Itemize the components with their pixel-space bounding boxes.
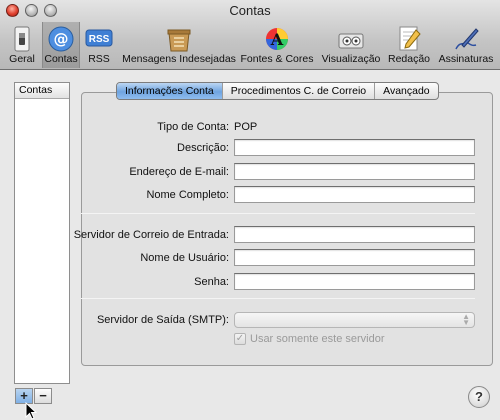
svg-text:RSS: RSS	[89, 34, 110, 45]
toolbar-item-accounts[interactable]: @ Contas	[42, 22, 80, 68]
light-switch-icon	[14, 26, 30, 52]
description-label: Descrição:	[177, 142, 229, 154]
fonts-colors-icon: A	[266, 28, 288, 50]
description-field[interactable]	[234, 139, 475, 156]
incoming-server-label: Servidor de Correio de Entrada:	[73, 229, 229, 241]
separator	[81, 213, 475, 214]
full-name-field[interactable]	[234, 186, 475, 203]
rss-icon: RSS	[85, 29, 113, 47]
toolbar-item-fonts-colors[interactable]: A Fontes & Cores	[241, 22, 313, 68]
only-this-server-label: Usar somente este servidor	[250, 333, 385, 345]
incoming-server-field[interactable]	[234, 226, 475, 243]
email-label: Endereço de E-mail:	[129, 166, 229, 178]
toolbar-label-signatures: Assinaturas	[438, 53, 494, 65]
viewing-icon	[338, 33, 364, 49]
toolbar-item-general[interactable]: Geral	[2, 22, 42, 68]
toolbar: Geral @ Contas RSS RSS Mensagens Indesej…	[0, 22, 500, 68]
chevron-up-down-icon: ▲ ▼	[462, 312, 470, 327]
full-name-label: Nome Completo:	[146, 189, 229, 201]
toolbar-item-rss[interactable]: RSS RSS	[82, 22, 116, 68]
password-field[interactable]	[234, 273, 475, 290]
tab-advanced[interactable]: Avançado	[375, 83, 438, 99]
preferences-window: Contas Geral @ Contas RSS RSS Mensagens …	[0, 0, 500, 420]
signatures-icon	[455, 28, 479, 50]
at-sign-icon: @	[48, 26, 74, 52]
toolbar-label-junk-mail: Mensagens Indesejadas	[122, 53, 236, 65]
toolbar-item-composing[interactable]: Redação	[386, 22, 432, 68]
toolbar-label-fonts-colors: Fontes & Cores	[240, 53, 314, 65]
composing-icon	[399, 26, 421, 51]
svg-text:A: A	[270, 30, 284, 49]
tab-account-info[interactable]: Informações Conta	[117, 83, 223, 99]
smtp-server-select[interactable]: ▲ ▼	[234, 312, 475, 328]
junk-mail-icon	[167, 29, 191, 52]
help-button[interactable]: ?	[468, 386, 490, 408]
only-this-server-checkbox[interactable]: ✓	[234, 333, 246, 345]
username-label: Nome de Usuário:	[140, 252, 229, 264]
title-bar: Contas Geral @ Contas RSS RSS Mensagens …	[0, 0, 500, 70]
toolbar-label-viewing: Visualização	[321, 53, 381, 65]
checkmark-icon: ✓	[235, 333, 245, 344]
username-field[interactable]	[234, 249, 475, 266]
password-label: Senha:	[194, 276, 229, 288]
toolbar-item-signatures[interactable]: Assinaturas	[436, 22, 496, 68]
mouse-pointer-icon	[25, 402, 38, 420]
separator	[81, 298, 475, 299]
toolbar-item-junk-mail[interactable]: Mensagens Indesejadas	[122, 22, 236, 68]
tab-mailbox-behaviors[interactable]: Procedimentos C. de Correio	[223, 83, 376, 99]
tab-bar: Informações Conta Procedimentos C. de Co…	[116, 82, 439, 100]
accounts-list-header: Contas	[15, 83, 69, 99]
toolbar-item-viewing[interactable]: Visualização	[322, 22, 380, 68]
accounts-list[interactable]: Contas	[14, 82, 70, 384]
email-field[interactable]	[234, 163, 475, 180]
smtp-label: Servidor de Saída (SMTP):	[96, 314, 229, 326]
account-type-label: Tipo de Conta:	[157, 121, 229, 133]
window-title: Contas	[229, 3, 271, 18]
account-type-value: POP	[234, 121, 258, 133]
svg-text:@: @	[54, 30, 69, 48]
